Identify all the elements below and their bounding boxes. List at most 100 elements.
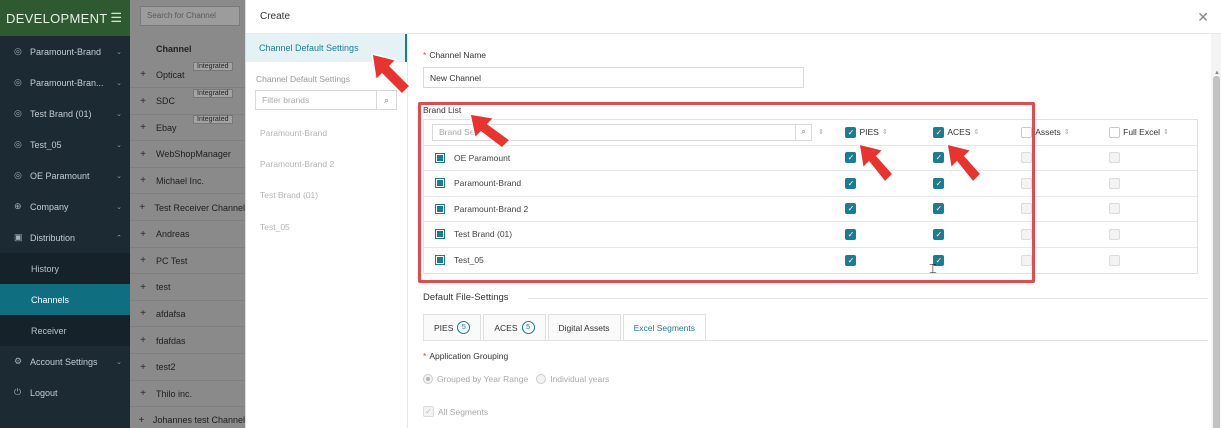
full-excel-select-all-checkbox[interactable] [1109, 126, 1121, 138]
tab-label: Digital Assets [558, 322, 610, 333]
brand-icon: ◎ [14, 139, 22, 149]
left-brand-item[interactable]: Paramount-Brand 2 [260, 159, 334, 169]
full-excel-checkbox [1109, 203, 1121, 215]
expand-plus-icon[interactable]: + [130, 69, 156, 80]
channel-name: Johannes test Channel [152, 415, 245, 426]
gear-icon: ⚙ [14, 356, 23, 366]
expand-plus-icon[interactable]: + [130, 202, 154, 213]
radio-individual-years[interactable]: Individual years [536, 374, 609, 384]
channel-row[interactable]: + WebShopManager [130, 142, 245, 168]
app-title: DEVELOPMENT [6, 10, 108, 26]
annotation-arrow-icon [858, 142, 895, 184]
expand-plus-icon[interactable]: + [130, 175, 156, 186]
sidebar-item-account-settings[interactable]: ⚙ Account Settings ⌄ [0, 346, 130, 377]
sidebar-subitem-receiver[interactable]: Receiver [0, 315, 130, 346]
sidebar-item-company[interactable]: ⊕ Company ⌄ [0, 191, 130, 222]
channel-row[interactable]: + PC Test [130, 248, 245, 275]
sidebar-item-test-05[interactable]: ◎ Test_05 ⌄ [0, 129, 130, 160]
sidebar-item-label: OE Paramount [30, 170, 90, 181]
menu-icon[interactable]: ☰ [110, 10, 122, 26]
tab-label: ACES [494, 322, 518, 333]
channel-name: Michael Inc. [156, 175, 205, 186]
sidebar-item-test-brand[interactable]: ◎ Test Brand (01) ⌄ [0, 98, 130, 129]
channel-name: SDC [156, 96, 176, 107]
channel-row[interactable]: + afdafsa [130, 301, 245, 328]
application-grouping-label: * Application Grouping [423, 351, 508, 361]
channel-name: afdafsa [156, 308, 186, 319]
tab-excel-segments[interactable]: Excel Segments [622, 314, 706, 341]
chevron-down-icon: ⌄ [116, 79, 122, 87]
tab-digital-assets[interactable]: Digital Assets [547, 314, 621, 341]
sidebar-subitem-history[interactable]: History [0, 253, 130, 284]
expand-plus-icon[interactable]: + [130, 282, 156, 293]
column-label: Full Excel [1123, 127, 1160, 138]
globe-icon: ⊕ [14, 201, 22, 211]
expand-plus-icon[interactable]: + [130, 96, 156, 107]
all-segments-checkbox-row[interactable]: ✓ All Segments [423, 406, 488, 417]
expand-plus-icon[interactable]: + [130, 362, 156, 373]
channel-row[interactable]: + Test Receiver Channel [130, 195, 245, 221]
expand-plus-icon[interactable]: + [130, 149, 156, 160]
channel-row[interactable]: + test2 [130, 355, 245, 381]
annotation-arrow-icon [469, 113, 512, 149]
sidebar-item-paramount-brand[interactable]: ◎ Paramount-Brand ⌄ [0, 36, 130, 67]
expand-plus-icon[interactable]: + [130, 255, 156, 266]
expand-plus-icon[interactable]: + [130, 388, 156, 399]
channel-row[interactable]: + SDC Integrated [130, 88, 245, 115]
left-brand-item[interactable]: Paramount-Brand [260, 128, 327, 138]
channel-row[interactable]: + test [130, 275, 245, 301]
column-label: Assets [1035, 127, 1061, 138]
brand-icon: ◎ [14, 46, 22, 56]
brand-icon: ◎ [14, 108, 22, 118]
channel-row[interactable]: + Ebay Integrated [130, 115, 245, 142]
calendar-icon: ▣ [14, 232, 23, 242]
tabs-underline [423, 340, 1208, 341]
left-brand-item[interactable]: Test_05 [260, 222, 290, 232]
channel-name: Andreas [156, 229, 190, 240]
sidebar-subitem-channels[interactable]: Channels [0, 284, 130, 315]
channel-row[interactable]: + Andreas [130, 222, 245, 248]
radio-label: Grouped by Year Range [437, 374, 529, 384]
radio-grouped-by-year-range[interactable]: Grouped by Year Range [423, 374, 528, 384]
sidebar-item-oe-paramount[interactable]: ◎ OE Paramount ⌄ [0, 160, 130, 191]
mouse-cursor-icon: ⌶ [929, 261, 937, 276]
chevron-down-icon: ⌄ [116, 203, 122, 211]
sidebar-item-label: Paramount-Brand [30, 46, 102, 57]
sidebar-item-paramount-brand-2[interactable]: ◎ Paramount-Bran... ⌄ [0, 67, 130, 98]
sidebar-item-distribution[interactable]: ▣ Distribution ⌃ [0, 222, 130, 253]
channel-name: Opticat [156, 69, 185, 80]
channel-list-background: Search for Channel Channel + Opticat Integ… [130, 0, 245, 428]
channel-row[interactable]: + Johannes test Channel [130, 408, 245, 428]
channel-row[interactable]: + Michael Inc. [130, 168, 245, 195]
modal-scrollbar[interactable]: ▲ [1211, 34, 1221, 428]
channel-row[interactable]: + Thilo inc. [130, 381, 245, 408]
power-icon: ⏻ [14, 387, 22, 397]
expand-plus-icon[interactable]: + [130, 415, 153, 426]
sidebar-item-logout[interactable]: ⏻ Logout [0, 377, 130, 408]
application-grouping-text: Application Grouping [429, 351, 509, 361]
chevron-down-icon: ⌄ [116, 358, 122, 366]
tab-label: Excel Segments [633, 322, 695, 333]
expand-plus-icon[interactable]: + [130, 308, 156, 319]
chevron-down-icon: ⌄ [116, 48, 122, 56]
channel-name-label-text: Channel Name [429, 50, 487, 60]
channel-name-input[interactable]: New Channel [423, 67, 804, 88]
integrated-badge: Integrated [193, 115, 233, 125]
expand-plus-icon[interactable]: + [130, 122, 156, 133]
scrollbar-thumb[interactable] [1213, 76, 1220, 428]
chevron-up-icon: ⌃ [116, 234, 122, 242]
close-icon[interactable]: ✕ [1197, 9, 1209, 26]
modal-title: Create [246, 0, 1221, 34]
expand-plus-icon[interactable]: + [130, 335, 156, 346]
sort-icon[interactable]: ⇕ [1163, 128, 1169, 136]
tab-aces[interactable]: ACES 5 [483, 314, 546, 341]
channel-row[interactable]: + fdafdas [130, 328, 245, 354]
tab-pies[interactable]: PIES 5 [423, 314, 482, 341]
expand-plus-icon[interactable]: + [130, 229, 156, 240]
channel-row[interactable]: + Opticat Integrated [130, 62, 245, 88]
channel-search-input[interactable]: Search for Channel [140, 6, 240, 26]
sort-icon[interactable]: ⇕ [1064, 128, 1070, 136]
left-brand-item[interactable]: Test Brand (01) [260, 190, 318, 200]
sidebar-item-label: Test Brand (01) [30, 108, 92, 119]
all-segments-checkbox[interactable]: ✓ [423, 406, 434, 417]
